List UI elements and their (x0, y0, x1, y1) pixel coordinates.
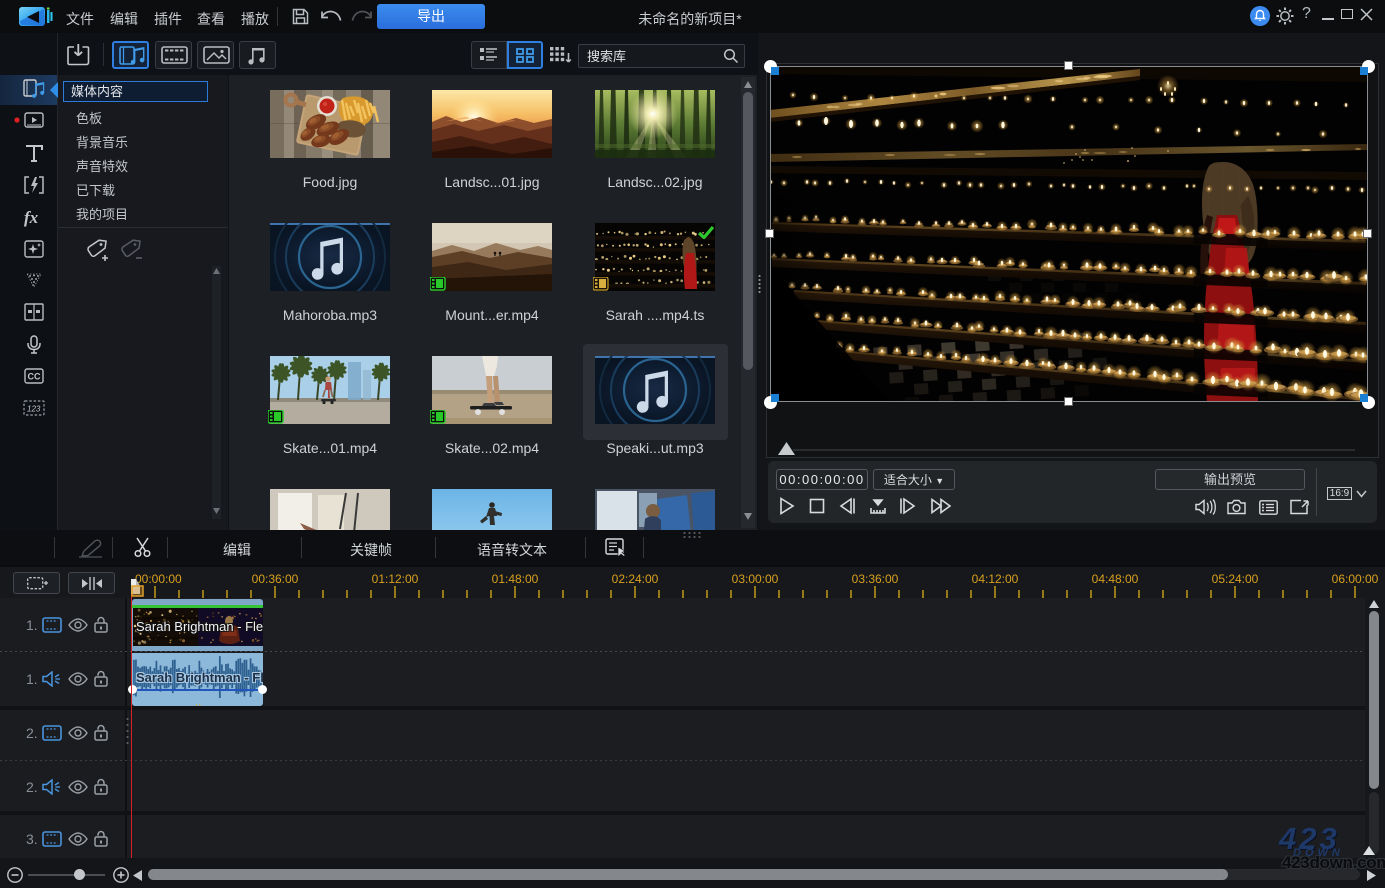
svg-text:CC: CC (28, 372, 41, 382)
svg-text:00:36:00: 00:36:00 (252, 572, 299, 586)
svg-text:04:48:00: 04:48:00 (1092, 572, 1139, 586)
svg-text:04:12:00: 04:12:00 (972, 572, 1019, 586)
svg-text:05:24:00: 05:24:00 (1212, 572, 1259, 586)
svg-text:fx: fx (24, 208, 39, 227)
svg-text:03:36:00: 03:36:00 (852, 572, 899, 586)
svg-text:03:00:00: 03:00:00 (732, 572, 779, 586)
svg-text:02:24:00: 02:24:00 (612, 572, 659, 586)
svg-text:01:48:00: 01:48:00 (492, 572, 539, 586)
svg-text:123: 123 (27, 405, 41, 414)
svg-text:06:00:00: 06:00:00 (1332, 572, 1378, 586)
svg-text:01:12:00: 01:12:00 (372, 572, 419, 586)
